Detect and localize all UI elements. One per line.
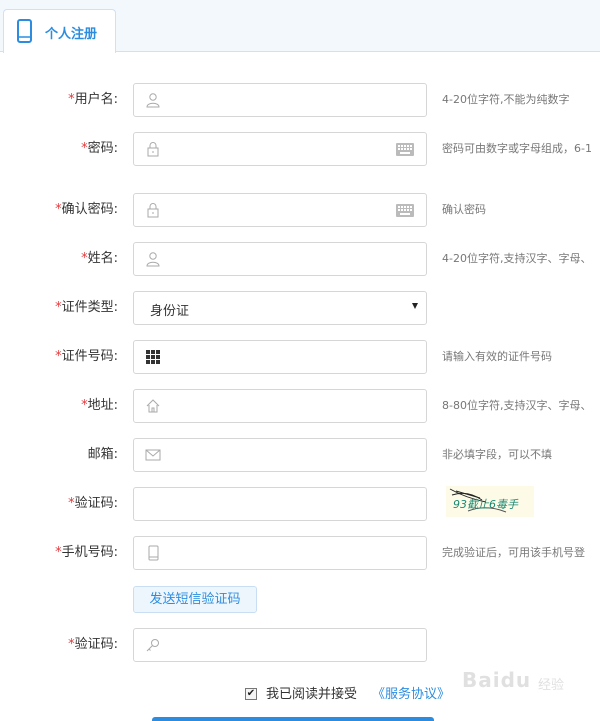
tab-bar: 个人注册 bbox=[0, 0, 600, 53]
lock-icon bbox=[147, 203, 159, 218]
tab-personal-registration[interactable]: 个人注册 bbox=[3, 9, 116, 53]
confirm-password-field[interactable] bbox=[133, 193, 427, 227]
captcha-text: 93截止6毒手 bbox=[453, 498, 518, 511]
email-label: 邮箱: bbox=[87, 447, 118, 462]
address-label: *地址: bbox=[81, 398, 118, 413]
confirm-password-input[interactable] bbox=[168, 198, 382, 224]
envelope-icon bbox=[145, 449, 161, 461]
keypad-icon bbox=[146, 350, 160, 364]
sms-code-input[interactable] bbox=[168, 633, 382, 659]
name-field[interactable] bbox=[133, 242, 427, 276]
baidu-watermark: Baidu 经验 bbox=[462, 658, 594, 702]
home-icon bbox=[146, 399, 160, 413]
confirm-password-label: *确认密码: bbox=[55, 202, 118, 217]
captcha-image[interactable]: 93截止6毒手 bbox=[446, 486, 534, 517]
name-hint: 4-20位字符,支持汉字、字母、 bbox=[442, 252, 592, 265]
id-number-input[interactable] bbox=[168, 345, 382, 371]
id-number-hint: 请输入有效的证件号码 bbox=[442, 350, 552, 363]
confirm-password-hint: 确认密码 bbox=[442, 203, 486, 216]
user-icon bbox=[146, 252, 160, 267]
username-input[interactable] bbox=[168, 88, 382, 114]
address-field[interactable] bbox=[133, 389, 427, 423]
watermark-brand: Baidu bbox=[462, 668, 532, 692]
id-number-label: *证件号码: bbox=[55, 349, 118, 364]
agreement-checkbox[interactable]: ✔ bbox=[245, 688, 257, 700]
captcha-field[interactable] bbox=[133, 487, 427, 521]
name-label: *姓名: bbox=[81, 251, 118, 266]
username-field[interactable] bbox=[133, 83, 427, 117]
keyboard-icon[interactable] bbox=[396, 143, 414, 156]
sms-code-label: *验证码: bbox=[68, 637, 118, 652]
address-hint: 8-80位字符,支持汉字、字母、 bbox=[442, 399, 592, 412]
mobile-phone-icon bbox=[148, 545, 159, 561]
mobile-phone-icon bbox=[17, 19, 32, 43]
key-icon bbox=[146, 639, 159, 652]
email-hint: 非必填字段，可以不填 bbox=[442, 448, 552, 461]
password-hint: 密码可由数字或字母组成，6-1 bbox=[442, 142, 592, 155]
username-hint: 4-20位字符,不能为纯数字 bbox=[442, 93, 570, 106]
captcha-label: *验证码: bbox=[68, 496, 118, 511]
phone-hint: 完成验证后，可用该手机号登 bbox=[442, 546, 585, 559]
agreement-text: 我已阅读并接受 bbox=[266, 687, 358, 702]
submit-button[interactable] bbox=[152, 717, 434, 721]
watermark-sub: 经验 bbox=[538, 678, 565, 693]
id-number-field[interactable] bbox=[133, 340, 427, 374]
password-input[interactable] bbox=[168, 137, 382, 163]
email-input[interactable] bbox=[168, 443, 382, 469]
caret-down-icon bbox=[412, 303, 418, 309]
id-type-label: *证件类型: bbox=[55, 300, 118, 315]
service-agreement-link[interactable]: 《服务协议》 bbox=[372, 685, 450, 705]
send-sms-code-button[interactable]: 发送短信验证码 bbox=[133, 586, 257, 613]
id-type-selected-value: 身份证 bbox=[150, 304, 190, 319]
email-field[interactable] bbox=[133, 438, 427, 472]
password-field[interactable] bbox=[133, 132, 427, 166]
username-label: *用户名: bbox=[68, 92, 118, 107]
name-input[interactable] bbox=[168, 247, 382, 273]
address-input[interactable] bbox=[168, 394, 382, 420]
phone-label: *手机号码: bbox=[55, 545, 118, 560]
id-type-select[interactable]: 身份证 bbox=[133, 291, 427, 325]
phone-input[interactable] bbox=[168, 541, 382, 567]
phone-field[interactable] bbox=[133, 536, 427, 570]
lock-icon bbox=[147, 142, 159, 157]
user-icon bbox=[146, 93, 160, 108]
captcha-input[interactable] bbox=[144, 492, 358, 518]
sms-code-field[interactable] bbox=[133, 628, 427, 662]
password-label: *密码: bbox=[81, 141, 118, 156]
keyboard-icon[interactable] bbox=[396, 204, 414, 217]
tab-label: 个人注册 bbox=[45, 27, 98, 42]
